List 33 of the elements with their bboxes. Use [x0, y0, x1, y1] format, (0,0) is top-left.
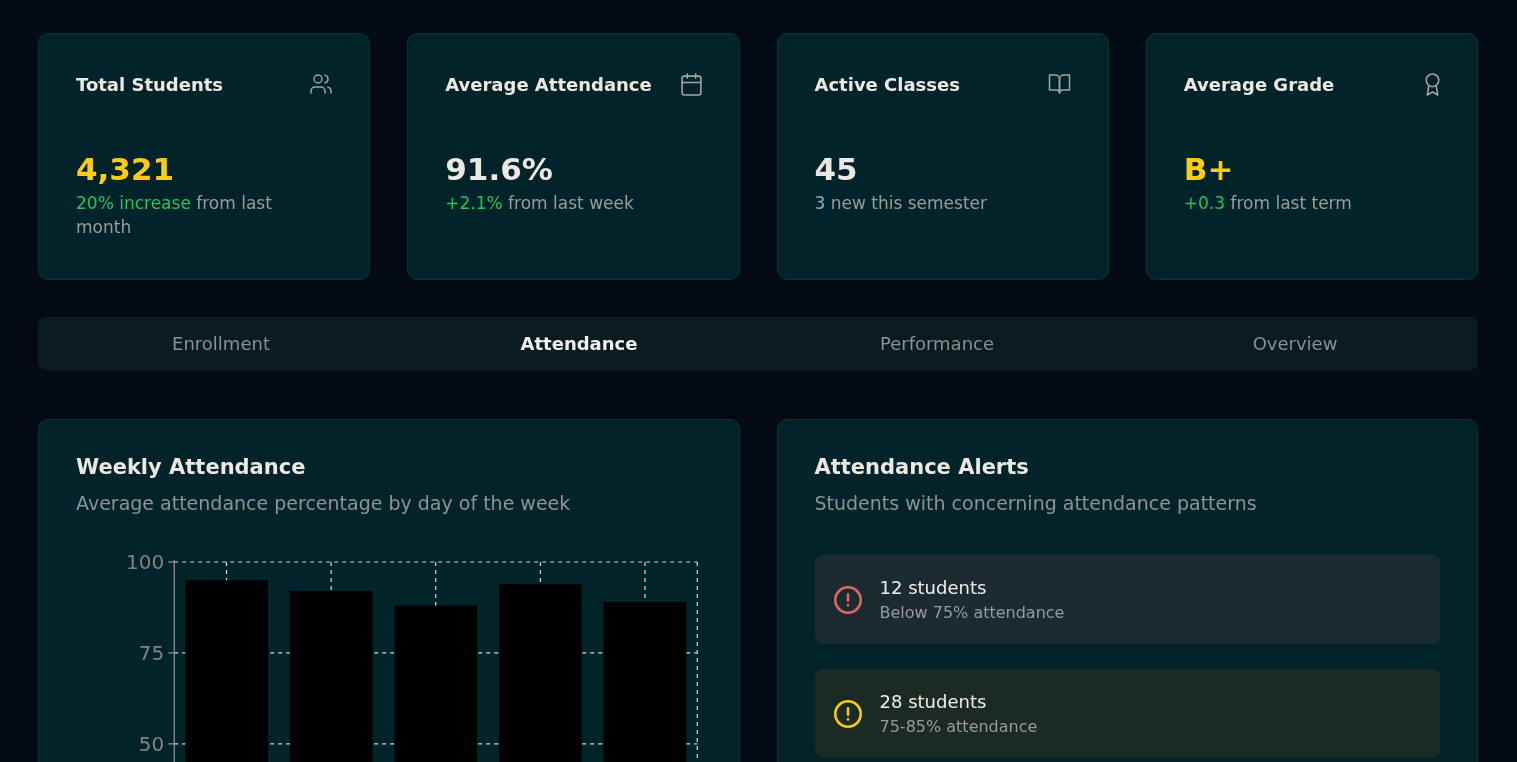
- exclamation-circle-icon: [833, 699, 862, 728]
- stat-title: Average Grade: [1183, 73, 1335, 95]
- tab[interactable]: Overview: [1116, 321, 1474, 366]
- stat-title: Total Students: [76, 73, 224, 95]
- stat-change-text: +2.1% from last week: [445, 192, 635, 215]
- alert-detail: 75-85% attendance: [879, 715, 1038, 738]
- stat-change-text: 20% increase from last month: [76, 192, 273, 239]
- stat-value: 4,321: [76, 150, 175, 189]
- panel-subtitle: Students with concerning attendance patterns: [814, 491, 1257, 516]
- panel-title: Attendance Alerts: [814, 454, 1029, 481]
- stat-title: Active Classes: [814, 73, 960, 95]
- y-axis-label: 100: [126, 550, 165, 574]
- stat-value: B+: [1183, 150, 1234, 189]
- calendar-icon: [680, 72, 702, 96]
- alert-title: 12 students: [879, 575, 987, 600]
- panel-title: Weekly Attendance: [76, 454, 306, 481]
- exclamation-circle-icon: [833, 585, 862, 614]
- alert-title: 28 students: [879, 689, 987, 714]
- stat-title: Average Attendance: [445, 73, 652, 95]
- stat-change-text: 3 new this semester: [814, 192, 988, 215]
- y-axis-label: 75: [138, 640, 165, 665]
- users-icon: [310, 74, 333, 94]
- y-axis-label: 50: [138, 731, 165, 756]
- stat-change-text: +0.3 from last term: [1183, 192, 1353, 215]
- alert-detail: Below 75% attendance: [879, 601, 1065, 624]
- open-book-icon: [1047, 74, 1071, 94]
- stat-value: 45: [814, 150, 858, 189]
- panel-subtitle: Average attendance percentage by day of the week: [76, 491, 571, 516]
- tab[interactable]: Enrollment: [42, 321, 400, 366]
- stat-value: 91.6%: [445, 150, 553, 189]
- medal-icon: [1425, 72, 1440, 96]
- tab[interactable]: Attendance: [400, 321, 758, 366]
- tab[interactable]: Performance: [758, 321, 1116, 366]
